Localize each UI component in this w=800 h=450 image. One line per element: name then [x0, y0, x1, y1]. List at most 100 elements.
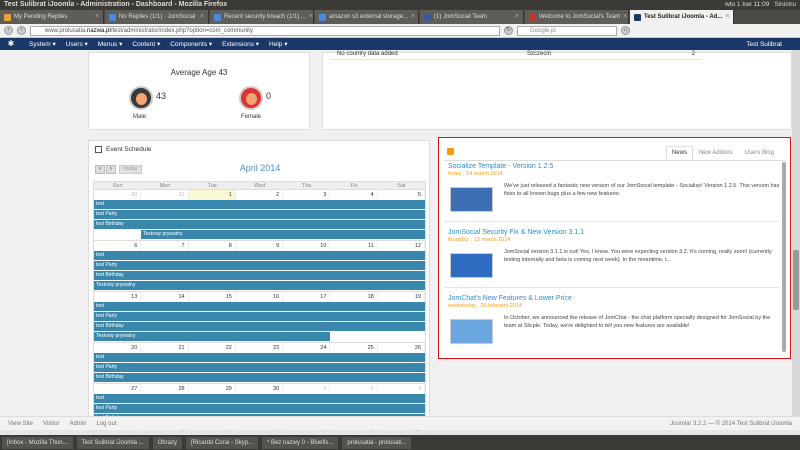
logout-link[interactable]: Log out [96, 417, 116, 430]
news-tab-news[interactable]: News [665, 146, 693, 160]
calendar-day[interactable]: 31 [141, 190, 189, 200]
calendar-day[interactable]: 3 [378, 384, 425, 394]
calendar-event[interactable]: Testowy prywatny [94, 332, 330, 341]
calendar-day[interactable]: 29 [189, 384, 236, 394]
admin-menu-users[interactable]: Users ▾ [61, 40, 93, 48]
clock[interactable]: wto 1 kwi 11:09 [725, 0, 769, 10]
calendar-day[interactable]: 18 [330, 292, 378, 302]
calendar-day[interactable]: 19 [378, 292, 425, 302]
browser-tab[interactable]: Welcome to JomSocial's Team × [525, 10, 629, 24]
close-icon[interactable]: × [725, 10, 729, 24]
calendar-event[interactable]: Testowy prywatny [94, 281, 425, 290]
admin-user-menu[interactable]: Test Sulibrat [746, 41, 800, 48]
calendar-event[interactable]: test [94, 394, 425, 403]
calendar-day[interactable]: 6 [94, 241, 142, 251]
calendar-day[interactable]: 11 [330, 241, 378, 251]
taskbar-item[interactable]: * Bez nazwy 0 - Bluefis... [262, 436, 339, 449]
close-icon[interactable]: × [309, 10, 313, 24]
calendar-event[interactable]: test Party [94, 312, 425, 321]
close-icon[interactable]: × [95, 10, 99, 24]
calendar-event[interactable]: test [94, 251, 425, 260]
taskbar-item[interactable]: [Inbox - Mozilla Thun... [2, 436, 73, 449]
close-icon[interactable]: × [515, 10, 519, 24]
news-tab-users-blog[interactable]: Users Blog [739, 146, 780, 160]
calendar-day[interactable]: 1 [188, 190, 236, 200]
calendar-day[interactable]: 3 [283, 190, 331, 200]
news-title[interactable]: JomChat's New Features & Lower Price [448, 295, 778, 302]
news-thumbnail[interactable] [450, 187, 493, 212]
calendar-day[interactable]: 26 [378, 343, 425, 353]
calendar-event[interactable]: test Birthday [94, 271, 425, 280]
calendar-event[interactable]: test Party [94, 261, 425, 270]
reload-icon[interactable]: ↻ [504, 26, 513, 35]
session-user[interactable]: Sinistru [774, 0, 796, 10]
taskbar-item[interactable]: Obrazy [152, 436, 182, 449]
view-site-link[interactable]: View Site [8, 417, 33, 430]
browser-tab[interactable]: No Replies (1/1) · JomSocial × [105, 10, 209, 24]
close-icon[interactable]: × [200, 10, 204, 24]
calendar-day[interactable]: 9 [236, 241, 284, 251]
news-tab-new-addons[interactable]: New Addons [693, 146, 739, 160]
taskbar-item[interactable]: [Ricardo Corai - Skyp... [185, 436, 258, 449]
calendar-day[interactable]: 7 [141, 241, 189, 251]
calendar-event[interactable]: test Party [94, 210, 425, 219]
address-bar[interactable]: www.prolusatia.nazwa.pl/test/administrat… [30, 25, 500, 36]
admin-menu-content[interactable]: Content ▾ [127, 40, 165, 48]
calendar-day[interactable]: 24 [283, 343, 331, 353]
calendar-day[interactable]: 30 [94, 190, 142, 200]
calendar-event[interactable]: test [94, 200, 425, 209]
admin-menu-components[interactable]: Components ▾ [165, 40, 217, 48]
news-thumbnail[interactable] [450, 253, 493, 278]
admin-menu-system[interactable]: System ▾ [24, 40, 61, 48]
calendar-day[interactable]: 30 [236, 384, 284, 394]
news-thumbnail[interactable] [450, 319, 493, 344]
calendar-day[interactable]: 5 [378, 190, 425, 200]
calendar-day[interactable]: 2 [236, 190, 284, 200]
calendar-day[interactable]: 8 [189, 241, 236, 251]
calendar-event[interactable]: test Birthday [94, 220, 425, 229]
calendar-event[interactable]: test Party [94, 404, 425, 413]
taskbar-item[interactable]: prolusatia - prolusati... [342, 436, 412, 449]
calendar-day[interactable]: 13 [94, 292, 142, 302]
calendar-event[interactable]: test [94, 302, 425, 311]
calendar-day[interactable]: 10 [283, 241, 331, 251]
calendar-day[interactable]: 1 [283, 384, 331, 394]
calendar-day[interactable]: 23 [236, 343, 284, 353]
admin-menu-help[interactable]: Help ▾ [264, 40, 292, 48]
page-scrollbar-thumb[interactable] [793, 250, 799, 310]
back-button-icon[interactable]: ‹ [4, 26, 13, 35]
joomla-logo-icon[interactable]: ✱ [6, 39, 16, 49]
calendar-day[interactable]: 27 [94, 384, 142, 394]
calendar-day[interactable]: 12 [378, 241, 425, 251]
close-icon[interactable]: × [623, 10, 627, 24]
admin-menu-extensions[interactable]: Extensions ▾ [217, 40, 264, 48]
calendar-day[interactable]: 25 [330, 343, 378, 353]
news-title[interactable]: JomSocial Security Fix & New Version 3.1… [448, 229, 778, 236]
close-icon[interactable]: × [411, 10, 415, 24]
news-title[interactable]: Socialize Template - Version 1.2.5 [448, 163, 778, 170]
calendar-day[interactable]: 16 [236, 292, 284, 302]
forward-button-icon[interactable]: › [17, 26, 26, 35]
calendar-event[interactable]: Testowy prywatny [141, 230, 425, 239]
calendar-day[interactable]: 21 [141, 343, 189, 353]
taskbar-item[interactable]: Test Sulibrat iJoomla ... [76, 436, 149, 449]
calendar-day[interactable]: 2 [330, 384, 378, 394]
browser-tab[interactable]: (1) JomSocial Team × [420, 10, 524, 24]
calendar-day[interactable]: 20 [94, 343, 142, 353]
calendar-day[interactable]: 22 [189, 343, 236, 353]
calendar-event[interactable]: test Birthday [94, 322, 425, 331]
search-input[interactable]: Google.pl [517, 25, 617, 36]
calendar-event[interactable]: test Party [94, 363, 425, 372]
page-scrollbar[interactable] [792, 50, 800, 430]
home-icon[interactable]: ⌂ [621, 26, 630, 35]
calendar-day[interactable]: 14 [141, 292, 189, 302]
calendar-day[interactable]: 4 [330, 190, 378, 200]
browser-tab[interactable]: Test Sulibrat iJoomla - Ad... × [630, 10, 734, 24]
calendar-day[interactable]: 15 [189, 292, 236, 302]
calendar-event[interactable]: test [94, 353, 425, 362]
browser-tab[interactable]: amazon s3 external storage... × [315, 10, 419, 24]
calendar-day[interactable]: 28 [141, 384, 189, 394]
admin-menu-menus[interactable]: Menus ▾ [93, 40, 128, 48]
calendar-day[interactable]: 17 [283, 292, 331, 302]
calendar-event[interactable]: test Birthday [94, 373, 425, 382]
